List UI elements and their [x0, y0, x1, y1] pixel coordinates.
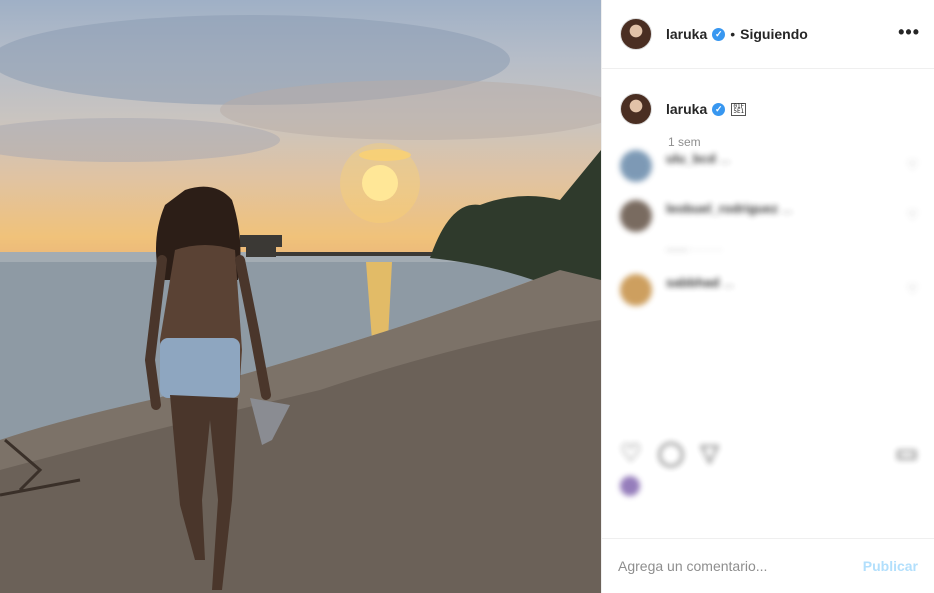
author-avatar[interactable] [620, 18, 652, 50]
verified-badge-icon: ✓ [712, 27, 726, 41]
following-button[interactable]: Siguiendo [740, 26, 808, 42]
post-actions: ♡ ◯ ▽ ▭ [620, 436, 918, 470]
comment-item: leobuel_rodriguez ... ♡ [620, 200, 924, 232]
caption-username[interactable]: laruka [666, 101, 707, 117]
comment-avatar[interactable] [620, 150, 652, 182]
publish-button[interactable]: Publicar [863, 558, 918, 574]
share-icon[interactable]: ▽ [700, 439, 718, 468]
comment-text: ... [723, 275, 734, 290]
post-side-panel: laruka ✓ • Siguiendo ••• laruka ✓ 01F 5E1… [601, 0, 934, 593]
post-photo[interactable] [0, 0, 601, 593]
comment-like-icon[interactable]: ♡ [907, 282, 918, 296]
comment-avatar[interactable] [620, 274, 652, 306]
more-icon[interactable]: ••• [898, 22, 920, 43]
caption-time[interactable]: 1 sem [668, 135, 916, 149]
header-separator: • [730, 26, 736, 42]
verified-badge-icon: ✓ [712, 102, 726, 116]
comments-list: ulu_bcd ... ♡ leobuel_rodriguez ... ♡ ——… [620, 150, 924, 324]
sunset-beach-image [0, 15, 601, 593]
comment-item: sabbhad ... ♡ [620, 274, 924, 306]
view-replies-link[interactable]: —— · · · · · [666, 244, 924, 256]
comment-item: ulu_bcd ... ♡ [620, 150, 924, 182]
likes-summary[interactable] [620, 476, 918, 496]
caption-avatar[interactable] [620, 93, 652, 125]
add-comment-bar: Publicar [602, 538, 934, 593]
comment-text: ... [781, 201, 793, 216]
comment-input[interactable] [618, 558, 863, 574]
unsupported-emoji-icon: 01F 5E1 [731, 102, 747, 116]
comment-username[interactable]: sabbhad [666, 275, 719, 290]
comment-username[interactable]: ulu_bcd [666, 151, 716, 166]
comment-icon[interactable]: ◯ [658, 439, 685, 468]
caption: laruka ✓ 01F 5E1 1 sem [602, 69, 934, 149]
comment-username[interactable]: leobuel_rodriguez [666, 201, 778, 216]
author-username[interactable]: laruka [666, 26, 707, 42]
comment-avatar[interactable] [620, 200, 652, 232]
comment-like-icon[interactable]: ♡ [907, 158, 918, 172]
post-header: laruka ✓ • Siguiendo ••• [602, 0, 934, 69]
comment-like-icon[interactable]: ♡ [907, 208, 918, 222]
like-icon[interactable]: ♡ [620, 439, 642, 468]
liker-avatar [620, 476, 640, 496]
save-icon[interactable]: ▭ [895, 439, 918, 468]
comment-text: ... [719, 151, 731, 166]
